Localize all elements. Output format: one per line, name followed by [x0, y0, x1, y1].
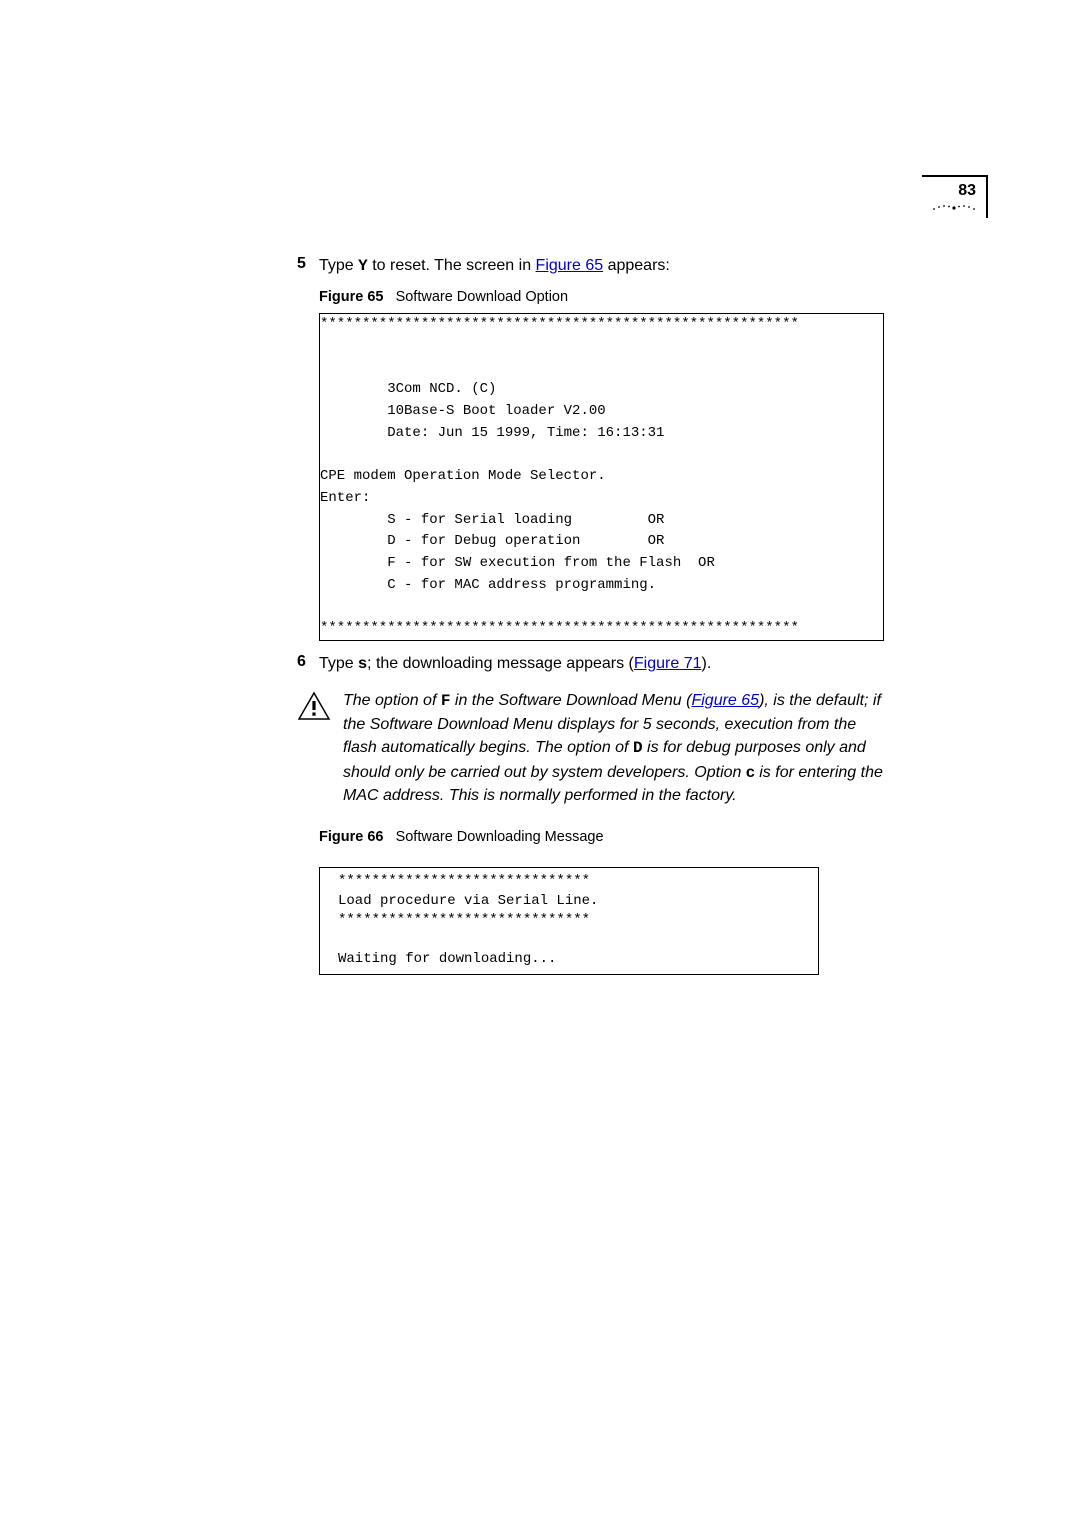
key-d: D	[633, 739, 643, 757]
link-figure-65-inline[interactable]: Figure 65	[691, 692, 759, 709]
step-text: Type s; the downloading message appears …	[319, 653, 711, 675]
figure-title: Software Downloading Message	[396, 829, 604, 845]
step-6: 6 Type s; the downloading message appear…	[297, 653, 887, 675]
page-number-box: 83	[922, 175, 988, 218]
key-s: s	[358, 655, 367, 672]
text: The option of	[343, 692, 441, 709]
text: ).	[701, 655, 711, 672]
key-c: c	[746, 764, 755, 781]
text: ; the downloading message appears (	[367, 655, 634, 672]
figure-label: Figure 65	[319, 289, 383, 305]
step-5: 5 Type Y to reset. The screen in Figure …	[297, 255, 887, 277]
text: in the Software Download Menu (	[450, 692, 691, 709]
terminal-output-fig65: ****************************************…	[319, 313, 884, 640]
text: appears:	[603, 257, 670, 274]
caution-text: The option of F in the Software Download…	[343, 689, 887, 807]
terminal-output-fig66: ****************************** Load proc…	[319, 867, 819, 975]
caution-icon	[297, 691, 329, 807]
text: Type	[319, 655, 358, 672]
figure-title: Software Download Option	[396, 289, 569, 305]
page-decoration-dots	[932, 203, 976, 213]
key-f: F	[441, 692, 451, 710]
figure-65-caption: Figure 65 Software Download Option	[319, 289, 887, 305]
link-figure-71[interactable]: Figure 71	[634, 655, 702, 672]
figure-66-caption: Figure 66 Software Downloading Message	[319, 829, 887, 845]
figure-label: Figure 66	[319, 829, 383, 845]
link-figure-65[interactable]: Figure 65	[536, 257, 604, 274]
main-content: 5 Type Y to reset. The screen in Figure …	[297, 255, 887, 975]
step-number: 6	[297, 653, 309, 675]
text: to reset. The screen in	[368, 257, 536, 274]
text: Type	[319, 257, 358, 274]
page-number: 83	[932, 182, 976, 200]
step-text: Type Y to reset. The screen in Figure 65…	[319, 255, 670, 277]
key-y: Y	[358, 257, 368, 275]
caution-block: The option of F in the Software Download…	[297, 689, 887, 807]
step-number: 5	[297, 255, 309, 277]
